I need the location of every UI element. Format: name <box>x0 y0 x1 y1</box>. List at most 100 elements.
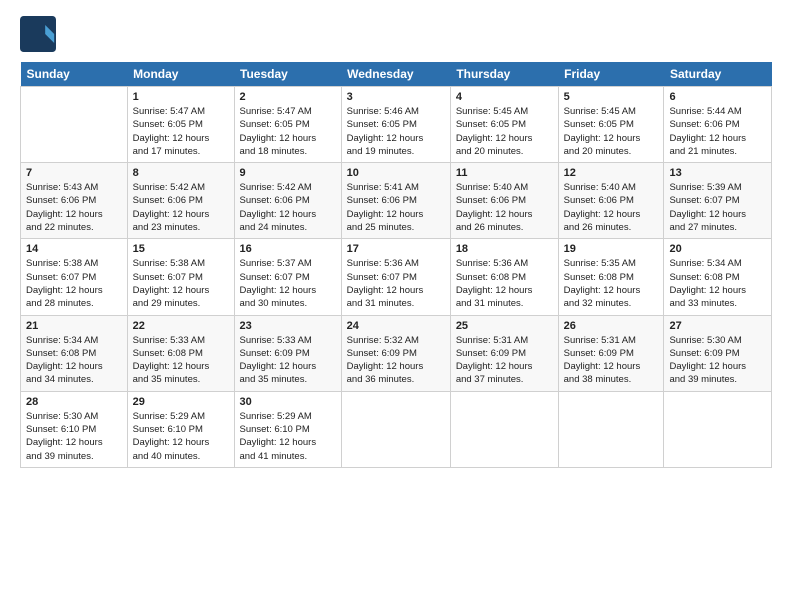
day-cell: 1 Sunrise: 5:47 AMSunset: 6:05 PMDaylight… <box>127 87 234 163</box>
col-header-friday: Friday <box>558 62 664 87</box>
week-row-3: 14 Sunrise: 5:38 AMSunset: 6:07 PMDayligh… <box>21 239 772 315</box>
col-header-sunday: Sunday <box>21 62 128 87</box>
day-info: Sunrise: 5:32 AMSunset: 6:09 PMDaylight:… <box>347 334 445 387</box>
day-cell: 7 Sunrise: 5:43 AMSunset: 6:06 PMDaylight… <box>21 163 128 239</box>
day-info: Sunrise: 5:47 AMSunset: 6:05 PMDaylight:… <box>240 105 336 158</box>
day-number: 11 <box>456 167 553 179</box>
day-info: Sunrise: 5:41 AMSunset: 6:06 PMDaylight:… <box>347 181 445 234</box>
col-header-monday: Monday <box>127 62 234 87</box>
day-cell: 9 Sunrise: 5:42 AMSunset: 6:06 PMDaylight… <box>234 163 341 239</box>
day-cell: 15 Sunrise: 5:38 AMSunset: 6:07 PMDayligh… <box>127 239 234 315</box>
day-number: 12 <box>564 167 659 179</box>
day-cell: 27 Sunrise: 5:30 AMSunset: 6:09 PMDayligh… <box>664 315 772 391</box>
day-cell: 20Sunrise: 5:34 AMSunset: 6:08 PMDayligh… <box>664 239 772 315</box>
day-number: 6 <box>669 91 766 103</box>
day-number: 25 <box>456 320 553 332</box>
day-cell: 21Sunrise: 5:34 AMSunset: 6:08 PMDayligh… <box>21 315 128 391</box>
day-info: Sunrise: 5:30 AMSunset: 6:09 PMDaylight:… <box>669 334 766 387</box>
day-info: Sunrise: 5:43 AMSunset: 6:06 PMDaylight:… <box>26 181 122 234</box>
week-row-1: 1 Sunrise: 5:47 AMSunset: 6:05 PMDaylight… <box>21 87 772 163</box>
day-cell: 3 Sunrise: 5:46 AMSunset: 6:05 PMDaylight… <box>341 87 450 163</box>
day-cell: 13Sunrise: 5:39 AMSunset: 6:07 PMDayligh… <box>664 163 772 239</box>
day-cell: 26 Sunrise: 5:31 AMSunset: 6:09 PMDayligh… <box>558 315 664 391</box>
day-cell: 23 Sunrise: 5:33 AMSunset: 6:09 PMDayligh… <box>234 315 341 391</box>
day-cell: 8 Sunrise: 5:42 AMSunset: 6:06 PMDaylight… <box>127 163 234 239</box>
logo-icon <box>20 16 56 52</box>
day-cell: 16 Sunrise: 5:37 AMSunset: 6:07 PMDayligh… <box>234 239 341 315</box>
day-info: Sunrise: 5:45 AMSunset: 6:05 PMDaylight:… <box>456 105 553 158</box>
day-info: Sunrise: 5:44 AMSunset: 6:06 PMDaylight:… <box>669 105 766 158</box>
day-cell: 28 Sunrise: 5:30 AMSunset: 6:10 PMDayligh… <box>21 391 128 467</box>
day-number: 10 <box>347 167 445 179</box>
day-info: Sunrise: 5:47 AMSunset: 6:05 PMDaylight:… <box>133 105 229 158</box>
day-number: 3 <box>347 91 445 103</box>
day-info: Sunrise: 5:40 AMSunset: 6:06 PMDaylight:… <box>564 181 659 234</box>
day-number: 14 <box>26 243 122 255</box>
day-number: 27 <box>669 320 766 332</box>
day-number: 1 <box>133 91 229 103</box>
day-info: Sunrise: 5:45 AMSunset: 6:05 PMDaylight:… <box>564 105 659 158</box>
day-info: Sunrise: 5:42 AMSunset: 6:06 PMDaylight:… <box>133 181 229 234</box>
day-number: 29 <box>133 396 229 408</box>
day-info: Sunrise: 5:31 AMSunset: 6:09 PMDaylight:… <box>564 334 659 387</box>
day-info: Sunrise: 5:36 AMSunset: 6:07 PMDaylight:… <box>347 257 445 310</box>
day-cell <box>558 391 664 467</box>
day-cell: 12 Sunrise: 5:40 AMSunset: 6:06 PMDayligh… <box>558 163 664 239</box>
col-header-thursday: Thursday <box>450 62 558 87</box>
week-row-2: 7 Sunrise: 5:43 AMSunset: 6:06 PMDaylight… <box>21 163 772 239</box>
week-row-4: 21Sunrise: 5:34 AMSunset: 6:08 PMDayligh… <box>21 315 772 391</box>
day-number: 2 <box>240 91 336 103</box>
day-number: 15 <box>133 243 229 255</box>
day-info: Sunrise: 5:33 AMSunset: 6:09 PMDaylight:… <box>240 334 336 387</box>
day-info: Sunrise: 5:34 AMSunset: 6:08 PMDaylight:… <box>669 257 766 310</box>
page: SundayMondayTuesdayWednesdayThursdayFrid… <box>0 0 792 612</box>
day-number: 18 <box>456 243 553 255</box>
day-number: 5 <box>564 91 659 103</box>
day-info: Sunrise: 5:35 AMSunset: 6:08 PMDaylight:… <box>564 257 659 310</box>
day-info: Sunrise: 5:38 AMSunset: 6:07 PMDaylight:… <box>26 257 122 310</box>
col-header-tuesday: Tuesday <box>234 62 341 87</box>
day-number: 8 <box>133 167 229 179</box>
day-cell: 22Sunrise: 5:33 AMSunset: 6:08 PMDayligh… <box>127 315 234 391</box>
day-number: 16 <box>240 243 336 255</box>
day-cell: 17 Sunrise: 5:36 AMSunset: 6:07 PMDayligh… <box>341 239 450 315</box>
day-info: Sunrise: 5:37 AMSunset: 6:07 PMDaylight:… <box>240 257 336 310</box>
day-cell <box>21 87 128 163</box>
calendar-table: SundayMondayTuesdayWednesdayThursdayFrid… <box>20 62 772 468</box>
day-number: 19 <box>564 243 659 255</box>
day-info: Sunrise: 5:31 AMSunset: 6:09 PMDaylight:… <box>456 334 553 387</box>
day-number: 23 <box>240 320 336 332</box>
day-info: Sunrise: 5:40 AMSunset: 6:06 PMDaylight:… <box>456 181 553 234</box>
day-number: 24 <box>347 320 445 332</box>
day-cell: 30Sunrise: 5:29 AMSunset: 6:10 PMDayligh… <box>234 391 341 467</box>
day-cell: 24 Sunrise: 5:32 AMSunset: 6:09 PMDayligh… <box>341 315 450 391</box>
day-info: Sunrise: 5:29 AMSunset: 6:10 PMDaylight:… <box>133 410 229 463</box>
day-info: Sunrise: 5:46 AMSunset: 6:05 PMDaylight:… <box>347 105 445 158</box>
col-header-wednesday: Wednesday <box>341 62 450 87</box>
day-info: Sunrise: 5:42 AMSunset: 6:06 PMDaylight:… <box>240 181 336 234</box>
day-number: 9 <box>240 167 336 179</box>
day-info: Sunrise: 5:38 AMSunset: 6:07 PMDaylight:… <box>133 257 229 310</box>
calendar-header-row: SundayMondayTuesdayWednesdayThursdayFrid… <box>21 62 772 87</box>
day-number: 13 <box>669 167 766 179</box>
day-info: Sunrise: 5:29 AMSunset: 6:10 PMDaylight:… <box>240 410 336 463</box>
day-cell: 18 Sunrise: 5:36 AMSunset: 6:08 PMDayligh… <box>450 239 558 315</box>
day-cell: 14 Sunrise: 5:38 AMSunset: 6:07 PMDayligh… <box>21 239 128 315</box>
day-cell: 6 Sunrise: 5:44 AMSunset: 6:06 PMDaylight… <box>664 87 772 163</box>
day-cell: 11 Sunrise: 5:40 AMSunset: 6:06 PMDayligh… <box>450 163 558 239</box>
day-cell: 4Sunrise: 5:45 AMSunset: 6:05 PMDaylight… <box>450 87 558 163</box>
day-cell: 19 Sunrise: 5:35 AMSunset: 6:08 PMDayligh… <box>558 239 664 315</box>
day-number: 17 <box>347 243 445 255</box>
day-cell: 29 Sunrise: 5:29 AMSunset: 6:10 PMDayligh… <box>127 391 234 467</box>
day-info: Sunrise: 5:36 AMSunset: 6:08 PMDaylight:… <box>456 257 553 310</box>
day-cell <box>664 391 772 467</box>
day-number: 21 <box>26 320 122 332</box>
day-number: 7 <box>26 167 122 179</box>
day-cell: 2 Sunrise: 5:47 AMSunset: 6:05 PMDaylight… <box>234 87 341 163</box>
day-number: 26 <box>564 320 659 332</box>
header <box>20 16 772 52</box>
day-cell: 25 Sunrise: 5:31 AMSunset: 6:09 PMDayligh… <box>450 315 558 391</box>
day-number: 28 <box>26 396 122 408</box>
day-info: Sunrise: 5:30 AMSunset: 6:10 PMDaylight:… <box>26 410 122 463</box>
logo <box>20 16 60 52</box>
